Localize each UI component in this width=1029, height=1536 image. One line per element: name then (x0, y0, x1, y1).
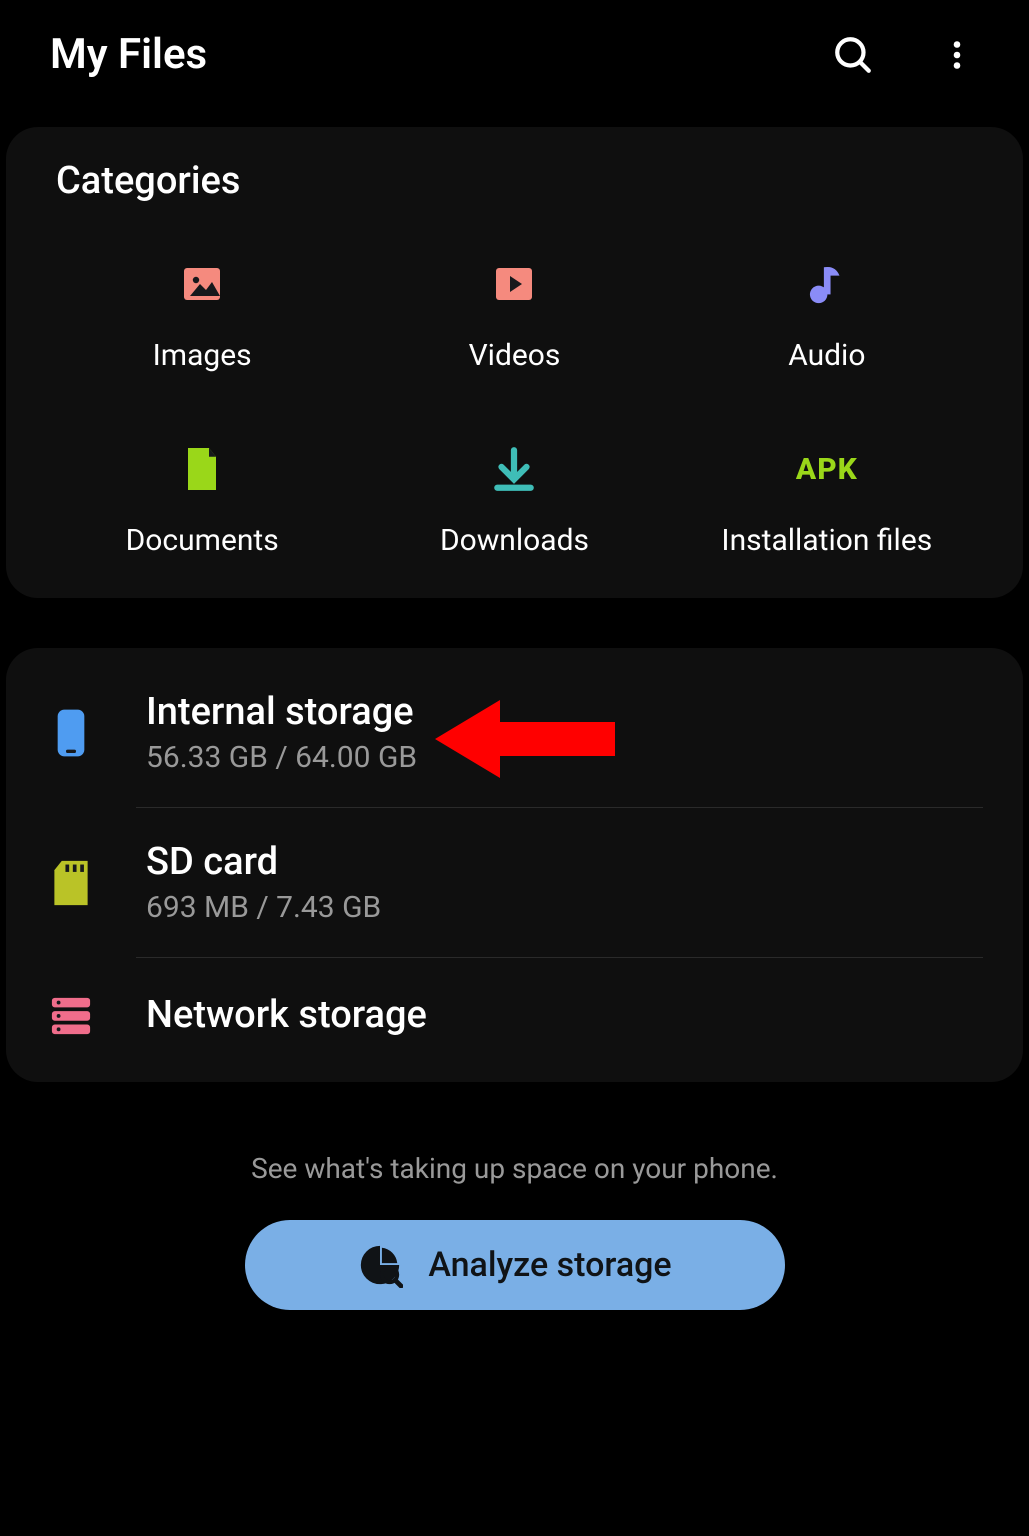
downloads-icon (488, 443, 540, 495)
analyze-storage-button[interactable]: Analyze storage (245, 1220, 785, 1310)
categories-card: Categories Images Videos (6, 127, 1023, 598)
category-downloads[interactable]: Downloads (368, 443, 660, 558)
category-videos[interactable]: Videos (368, 258, 660, 373)
category-label: Downloads (440, 523, 589, 558)
category-images[interactable]: Images (56, 258, 348, 373)
app-header: My Files (0, 0, 1029, 119)
category-audio[interactable]: Audio (681, 258, 973, 373)
categories-title: Categories (56, 159, 973, 203)
search-button[interactable] (831, 33, 875, 77)
storage-text: SD card 693 MB / 7.43 GB (146, 840, 381, 925)
storage-text: Network storage (146, 993, 427, 1037)
network-storage-icon (46, 990, 96, 1040)
more-vert-icon (939, 37, 975, 73)
footer-hint: See what's taking up space on your phone… (0, 1152, 1029, 1185)
category-label: Documents (126, 523, 279, 558)
header-actions (831, 33, 979, 77)
storage-title: SD card (146, 840, 381, 884)
analyze-label: Analyze storage (428, 1245, 671, 1285)
storage-title: Network storage (146, 993, 427, 1037)
storage-network[interactable]: Network storage (46, 958, 983, 1072)
category-label: Audio (788, 338, 865, 373)
audio-icon (801, 258, 853, 310)
storage-card: Internal storage 56.33 GB / 64.00 GB SD … (6, 648, 1023, 1082)
category-label: Videos (469, 338, 561, 373)
storage-text: Internal storage 56.33 GB / 64.00 GB (146, 690, 417, 775)
storage-sdcard[interactable]: SD card 693 MB / 7.43 GB (46, 808, 983, 957)
analyze-icon (357, 1242, 403, 1288)
storage-subtitle: 56.33 GB / 64.00 GB (146, 740, 417, 775)
documents-icon (176, 443, 228, 495)
category-installation-files[interactable]: APK Installation files (681, 443, 973, 558)
images-icon (176, 258, 228, 310)
storage-title: Internal storage (146, 690, 417, 734)
page-title: My Files (50, 30, 207, 79)
search-icon (832, 34, 874, 76)
category-label: Images (153, 338, 252, 373)
more-menu-button[interactable] (935, 33, 979, 77)
category-documents[interactable]: Documents (56, 443, 348, 558)
storage-subtitle: 693 MB / 7.43 GB (146, 890, 381, 925)
phone-icon (46, 708, 96, 758)
videos-icon (488, 258, 540, 310)
sdcard-icon (46, 858, 96, 908)
apk-icon: APK (801, 443, 853, 495)
storage-internal[interactable]: Internal storage 56.33 GB / 64.00 GB (46, 658, 983, 807)
categories-grid: Images Videos Audio (56, 248, 973, 558)
category-label: Installation files (721, 523, 932, 558)
